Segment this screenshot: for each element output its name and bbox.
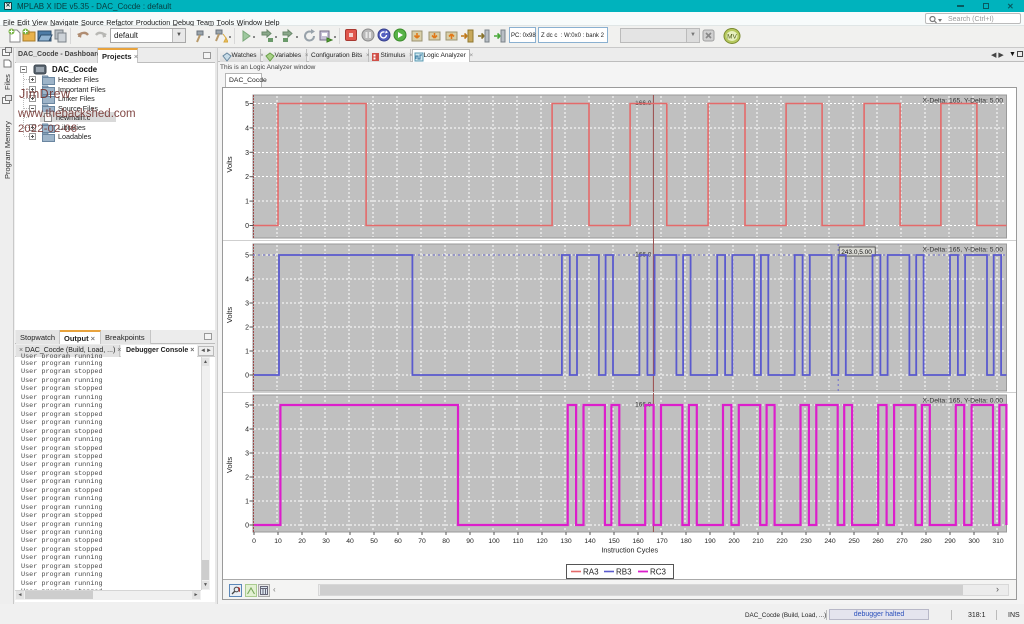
- svg-text:Volts: Volts: [225, 457, 234, 474]
- svg-text:190: 190: [704, 538, 716, 545]
- svg-text:40: 40: [346, 538, 354, 545]
- svg-text:50: 50: [370, 538, 378, 545]
- svg-text:110: 110: [513, 538, 524, 545]
- svg-text:200: 200: [728, 538, 740, 545]
- svg-text:0: 0: [245, 373, 249, 380]
- svg-text:210: 210: [752, 538, 764, 545]
- svg-text:4: 4: [245, 427, 249, 434]
- svg-text:160: 160: [632, 538, 644, 545]
- svg-text:300: 300: [968, 538, 980, 545]
- svg-text:150: 150: [608, 538, 620, 545]
- svg-text:1: 1: [245, 349, 249, 356]
- svg-text:3: 3: [245, 451, 249, 458]
- svg-text:100: 100: [488, 538, 500, 545]
- svg-text:X-Delta: 165, Y-Delta: 0.00: X-Delta: 165, Y-Delta: 0.00: [923, 398, 1004, 405]
- svg-text:280: 280: [920, 538, 932, 545]
- svg-text:Volts: Volts: [225, 156, 234, 173]
- svg-text:1: 1: [245, 199, 249, 206]
- svg-text:5: 5: [245, 403, 249, 410]
- svg-text:120: 120: [536, 538, 548, 545]
- svg-text:RB3: RB3: [616, 568, 632, 577]
- svg-text:230: 230: [800, 538, 812, 545]
- svg-text:5: 5: [245, 253, 249, 260]
- svg-text:2: 2: [245, 174, 249, 181]
- svg-text:130: 130: [560, 538, 572, 545]
- svg-text:X-Delta: 165, Y-Delta: 5.00: X-Delta: 165, Y-Delta: 5.00: [923, 247, 1004, 254]
- svg-text:180: 180: [680, 538, 692, 545]
- svg-text:310: 310: [992, 538, 1004, 545]
- svg-text:RC3: RC3: [650, 568, 667, 577]
- svg-text:MV: MV: [727, 34, 737, 41]
- svg-text:0: 0: [245, 523, 249, 530]
- svg-text:20: 20: [298, 538, 306, 545]
- svg-text:RA3: RA3: [583, 568, 599, 577]
- svg-text:Volts: Volts: [225, 307, 234, 324]
- svg-text:240: 240: [824, 538, 836, 545]
- svg-text:1: 1: [245, 499, 249, 506]
- svg-text:0: 0: [245, 223, 249, 230]
- svg-text:260: 260: [872, 538, 884, 545]
- svg-text:10: 10: [274, 538, 282, 545]
- svg-text:270: 270: [896, 538, 908, 545]
- svg-text:Instruction Cycles: Instruction Cycles: [601, 546, 658, 555]
- svg-text:30: 30: [322, 538, 330, 545]
- svg-text:2: 2: [245, 475, 249, 482]
- svg-text:140: 140: [584, 538, 596, 545]
- svg-text:4: 4: [245, 125, 249, 132]
- svg-text:220: 220: [776, 538, 788, 545]
- svg-text:4: 4: [245, 277, 249, 284]
- svg-text:3: 3: [245, 150, 249, 157]
- svg-text:90: 90: [466, 538, 474, 545]
- svg-text:3: 3: [245, 301, 249, 308]
- svg-text:170: 170: [656, 538, 668, 545]
- svg-text:5: 5: [245, 101, 249, 108]
- svg-text:2: 2: [245, 325, 249, 332]
- svg-text:290: 290: [944, 538, 956, 545]
- svg-text:80: 80: [442, 538, 450, 545]
- svg-text:60: 60: [394, 538, 402, 545]
- svg-text:70: 70: [418, 538, 426, 545]
- svg-text:0: 0: [252, 538, 256, 545]
- svg-text:250: 250: [848, 538, 860, 545]
